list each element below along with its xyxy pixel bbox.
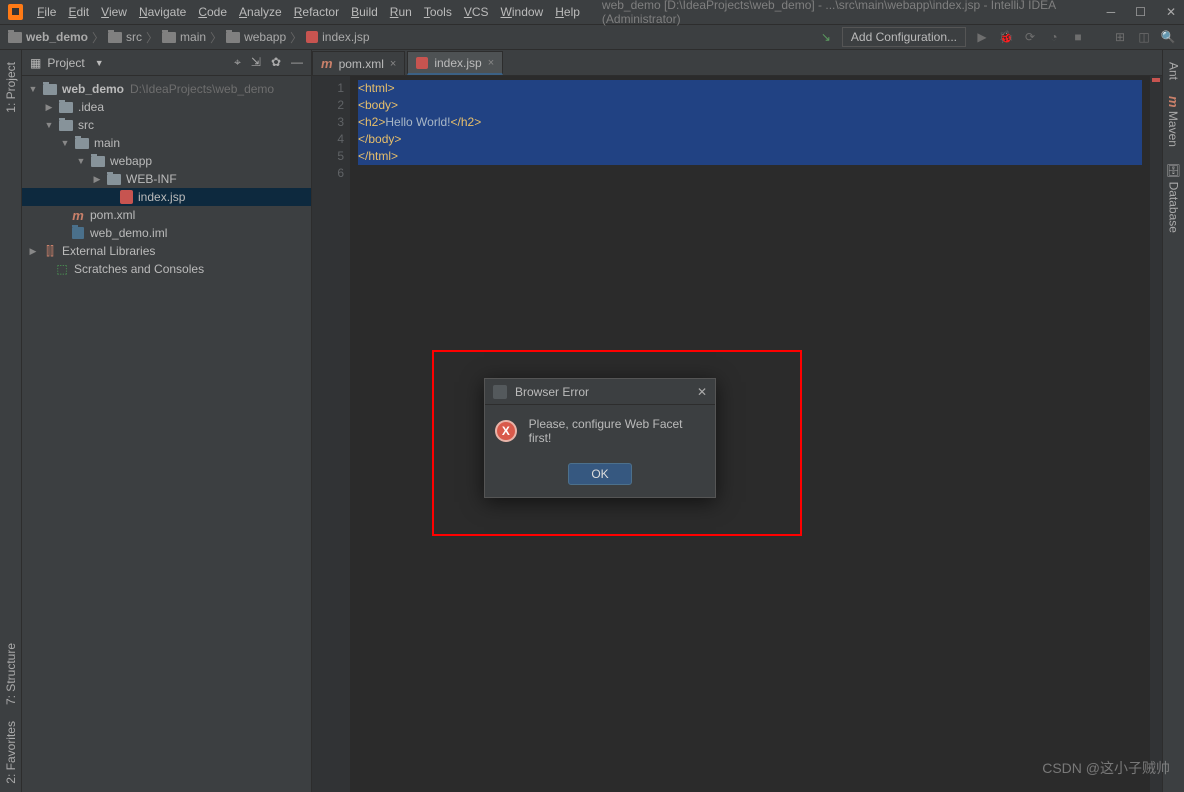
menu-navigate[interactable]: Navigate: [133, 5, 192, 19]
dialog-title-text: Browser Error: [515, 385, 589, 399]
tool-structure-tab[interactable]: 7: Structure: [2, 635, 20, 713]
crumb-webapp[interactable]: webapp: [226, 30, 286, 44]
window-controls: ─ ☐ ✕: [1107, 5, 1176, 19]
tree-external-libs[interactable]: ▶⫿⫿External Libraries: [22, 242, 311, 260]
crumb-file[interactable]: index.jsp: [306, 30, 369, 44]
breadcrumb: web_demo〉 src〉 main〉 webapp〉 index.jsp: [8, 29, 370, 46]
gear-icon[interactable]: ✿: [271, 55, 281, 70]
window-title: web_demo [D:\IdeaProjects\web_demo] - ..…: [602, 0, 1107, 26]
tool-database-tab[interactable]: 🗄 Database: [1165, 155, 1183, 241]
project-panel-header: ▦ Project▼ ⌖ ⇲ ✿ —: [22, 50, 311, 76]
menu-analyze[interactable]: Analyze: [233, 5, 288, 19]
debug-icon[interactable]: 🐞: [998, 29, 1014, 45]
chevron-down-icon[interactable]: ▼: [95, 58, 104, 68]
menu-bar: File Edit View Navigate Code Analyze Ref…: [31, 5, 586, 19]
tree-webapp[interactable]: ▼webapp: [22, 152, 311, 170]
nav-toolbar: ↘ Add Configuration... ▶ 🐞 ⟳ ◔ ■ ⊞ ◫ 🔍: [818, 27, 1176, 47]
editor-tabs: mpom.xml× index.jsp×: [312, 50, 1162, 76]
layout-icon[interactable]: ◫: [1136, 29, 1152, 45]
line-gutter: 123456: [312, 76, 350, 792]
menu-window[interactable]: Window: [495, 5, 550, 19]
run-icon[interactable]: ▶: [974, 29, 990, 45]
dialog-message: Please, configure Web Facet first!: [529, 417, 705, 445]
menu-build[interactable]: Build: [345, 5, 384, 19]
editor-body[interactable]: 123456 <html> <body> <h2>Hello World!</h…: [312, 76, 1162, 792]
menu-edit[interactable]: Edit: [62, 5, 95, 19]
menu-help[interactable]: Help: [549, 5, 586, 19]
project-panel-title[interactable]: ▦ Project▼: [30, 56, 104, 70]
coverage-icon[interactable]: ⟳: [1022, 29, 1038, 45]
tree-main[interactable]: ▼main: [22, 134, 311, 152]
dialog-body: X Please, configure Web Facet first!: [485, 405, 715, 457]
watermark: CSDN @这小子贼帅: [1042, 758, 1170, 778]
ok-button[interactable]: OK: [568, 463, 631, 485]
tree-index-jsp[interactable]: index.jsp: [22, 188, 311, 206]
project-tree: ▼web_demoD:\IdeaProjects\web_demo ▶.idea…: [22, 76, 311, 282]
close-tab-icon[interactable]: ×: [488, 57, 494, 69]
dialog-title-bar[interactable]: Browser Error ✕: [485, 379, 715, 405]
tree-scratches[interactable]: ⬚Scratches and Consoles: [22, 260, 311, 278]
menu-tools[interactable]: Tools: [418, 5, 458, 19]
collapse-panel-icon[interactable]: —: [291, 55, 303, 70]
profile-icon[interactable]: ◔: [1046, 29, 1062, 45]
dialog-close-icon[interactable]: ✕: [697, 385, 707, 399]
tree-idea[interactable]: ▶.idea: [22, 98, 311, 116]
tool-ant-tab[interactable]: Ant: [1165, 54, 1183, 88]
editor-marker-bar[interactable]: [1150, 76, 1162, 792]
stop-icon[interactable]: ■: [1070, 29, 1086, 45]
tree-src[interactable]: ▼src: [22, 116, 311, 134]
menu-vcs[interactable]: VCS: [458, 5, 495, 19]
error-x-icon: X: [495, 420, 517, 442]
tool-favorites-tab[interactable]: 2: Favorites: [2, 713, 20, 792]
editor-area: mpom.xml× index.jsp× 123456 <html> <body…: [312, 50, 1162, 792]
menu-file[interactable]: File: [31, 5, 62, 19]
tab-pom-xml[interactable]: mpom.xml×: [312, 51, 405, 75]
close-tab-icon[interactable]: ×: [390, 58, 396, 70]
right-tool-strip: Ant m Maven 🗄 Database: [1162, 50, 1184, 792]
project-panel: ▦ Project▼ ⌖ ⇲ ✿ — ▼web_demoD:\IdeaProje…: [22, 50, 312, 792]
tree-pom[interactable]: mpom.xml: [22, 206, 311, 224]
menu-code[interactable]: Code: [192, 5, 233, 19]
close-icon[interactable]: ✕: [1166, 5, 1176, 19]
search-icon[interactable]: 🔍: [1160, 29, 1176, 45]
dialog-footer: OK: [485, 457, 715, 497]
app-icon: [8, 4, 23, 20]
minimize-icon[interactable]: ─: [1107, 5, 1116, 19]
tree-iml[interactable]: web_demo.iml: [22, 224, 311, 242]
add-configuration-button[interactable]: Add Configuration...: [842, 27, 966, 47]
left-tool-strip: 1: Project 7: Structure 2: Favorites: [0, 50, 22, 792]
menu-view[interactable]: View: [95, 5, 133, 19]
title-bar: File Edit View Navigate Code Analyze Ref…: [0, 0, 1184, 24]
code-area[interactable]: <html> <body> <h2>Hello World!</h2> </bo…: [350, 76, 1150, 792]
menu-run[interactable]: Run: [384, 5, 418, 19]
crumb-main[interactable]: main: [162, 30, 206, 44]
maximize-icon[interactable]: ☐: [1135, 5, 1146, 19]
dialog-app-icon: [493, 385, 507, 399]
tool-project-tab[interactable]: 1: Project: [2, 54, 20, 121]
error-marker[interactable]: [1152, 78, 1160, 82]
tree-root[interactable]: ▼web_demoD:\IdeaProjects\web_demo: [22, 80, 311, 98]
crumb-src[interactable]: src: [108, 30, 142, 44]
tool-maven-tab[interactable]: m Maven: [1164, 88, 1183, 155]
tab-index-jsp[interactable]: index.jsp×: [407, 51, 503, 75]
hammer-icon[interactable]: ↘: [818, 29, 834, 45]
browser-error-dialog: Browser Error ✕ X Please, configure Web …: [484, 378, 716, 498]
menu-refactor[interactable]: Refactor: [288, 5, 345, 19]
crumb-project[interactable]: web_demo: [8, 30, 88, 44]
nav-bar: web_demo〉 src〉 main〉 webapp〉 index.jsp ↘…: [0, 24, 1184, 50]
expand-icon[interactable]: ⇲: [251, 55, 261, 70]
target-icon[interactable]: ⌖: [234, 55, 241, 70]
tree-webinf[interactable]: ▶WEB-INF: [22, 170, 311, 188]
structure-icon[interactable]: ⊞: [1112, 29, 1128, 45]
